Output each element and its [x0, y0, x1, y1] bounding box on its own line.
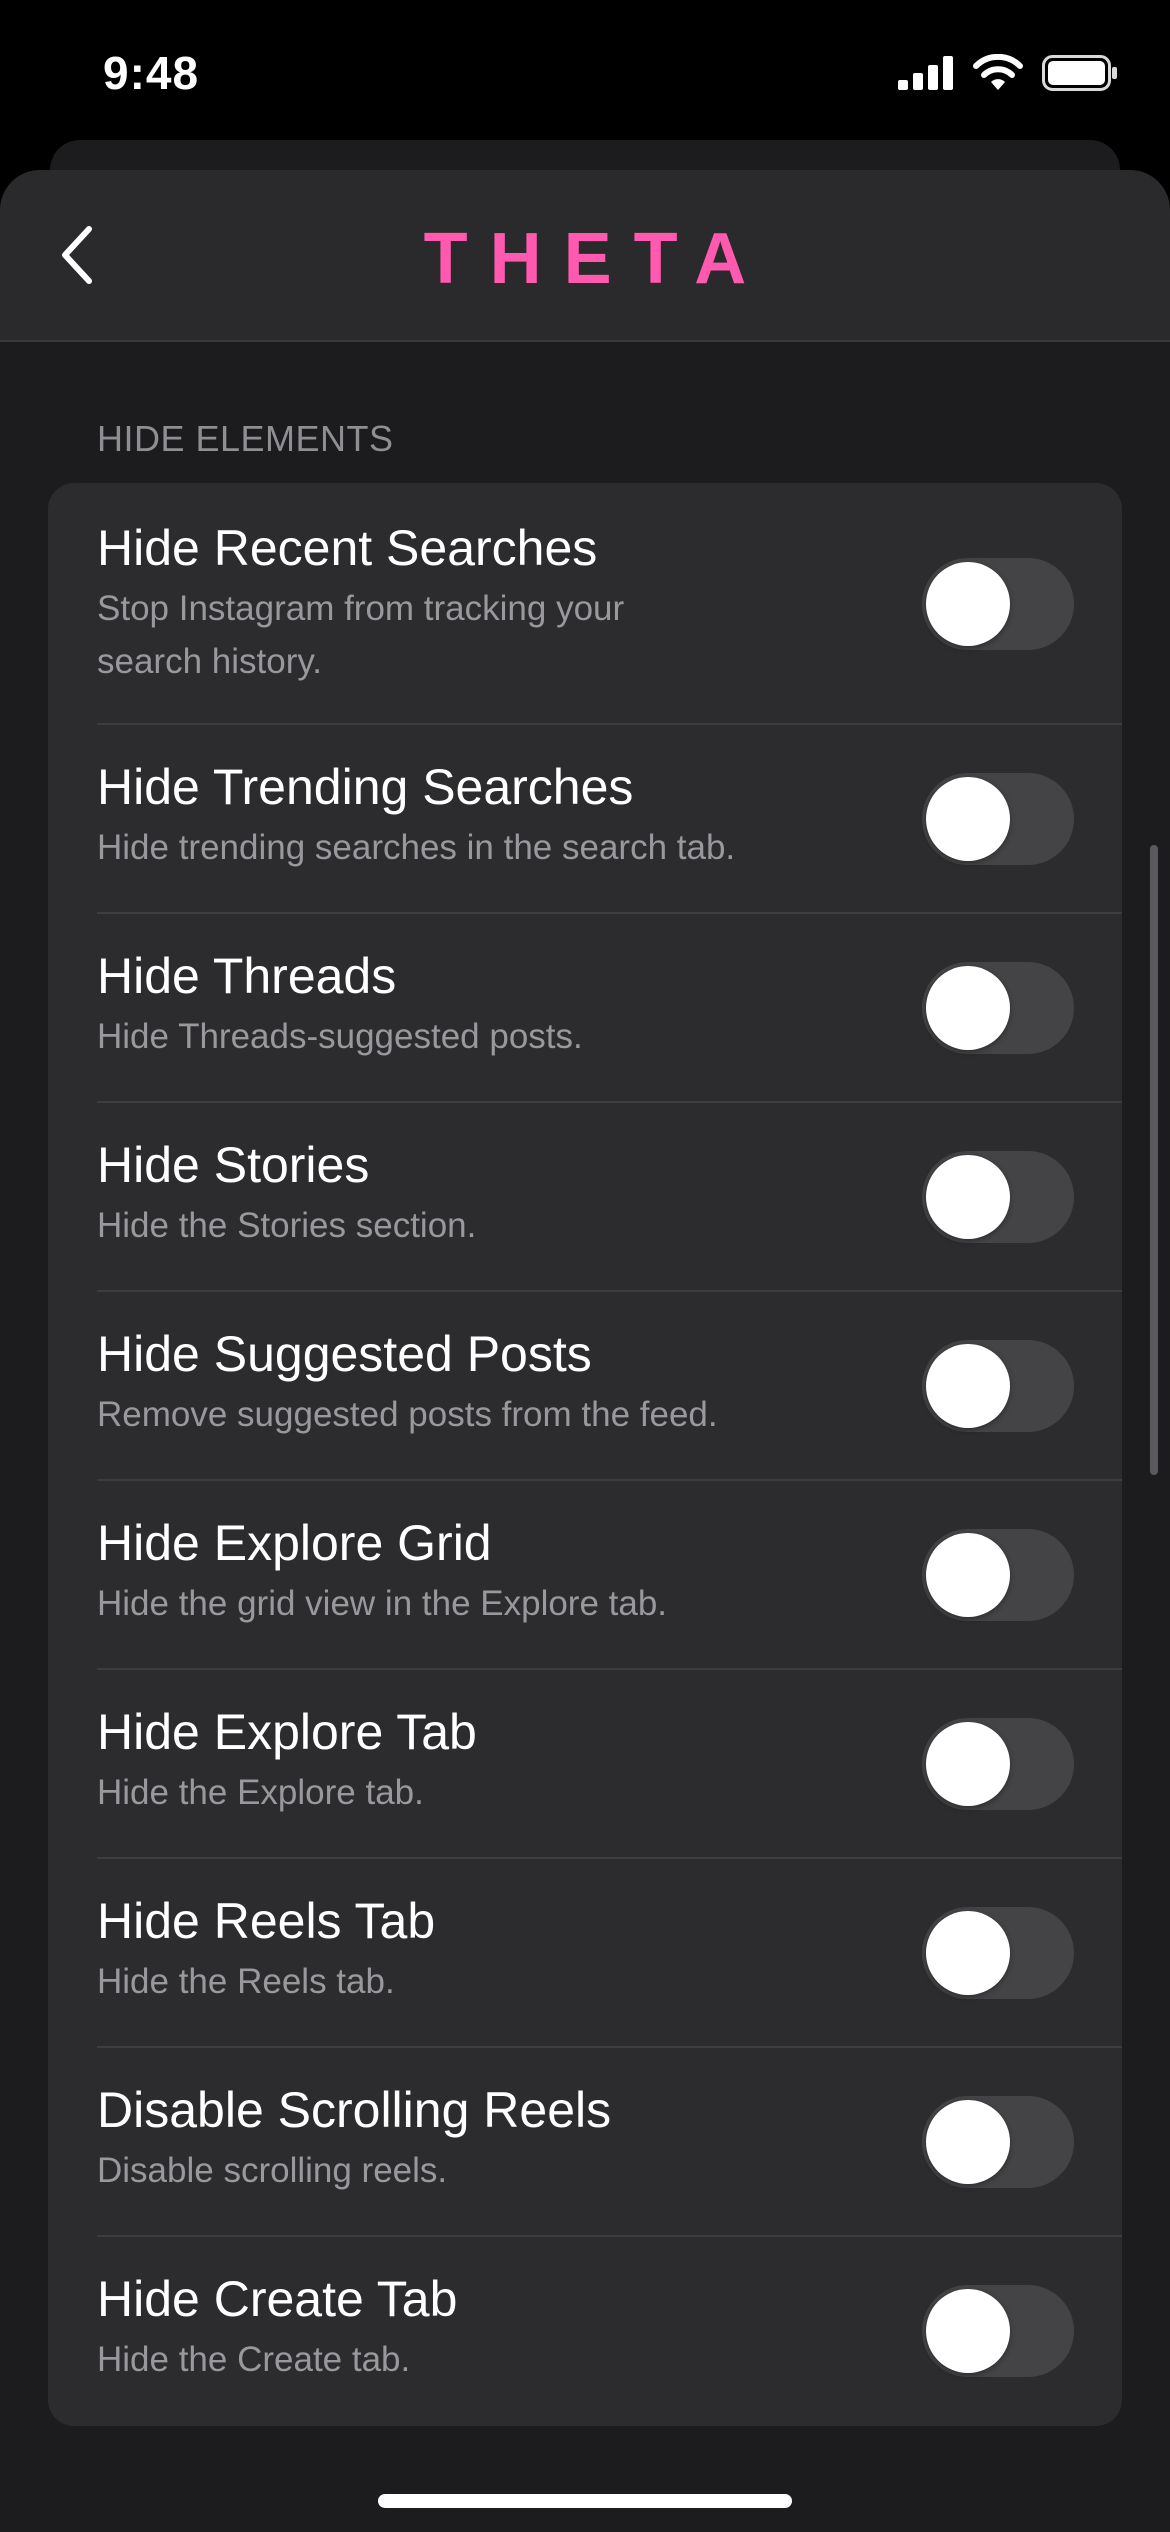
status-time: 9:48 — [103, 47, 200, 99]
setting-row-hide-reels-tab: Hide Reels Tab Hide the Reels tab. — [48, 1859, 1122, 2048]
toggle-knob — [926, 1722, 1010, 1806]
settings-sheet: THETA HIDE ELEMENTS Hide Recent Searches… — [0, 170, 1170, 2532]
status-bar: 9:48 — [0, 0, 1170, 150]
setting-subtitle: Hide the grid view in the Explore tab. — [97, 1584, 668, 1623]
cellular-signal-icon — [898, 56, 953, 90]
battery-icon — [1042, 55, 1117, 91]
toggle-hide-suggested-posts[interactable] — [922, 1340, 1074, 1432]
home-indicator — [378, 2494, 792, 2508]
setting-subtitle: Hide the Create tab. — [97, 2340, 411, 2379]
setting-row-hide-threads: Hide Threads Hide Threads-suggested post… — [48, 914, 1122, 1103]
settings-group: Hide Recent Searches Stop Instagram from… — [48, 483, 1122, 2426]
setting-subtitle: Hide the Explore tab. — [97, 1773, 424, 1812]
setting-title: Disable Scrolling Reels — [97, 2082, 612, 2138]
setting-row-hide-suggested-posts: Hide Suggested Posts Remove suggested po… — [48, 1292, 1122, 1481]
setting-row-hide-trending-searches: Hide Trending Searches Hide trending sea… — [48, 725, 1122, 914]
toggle-knob — [926, 966, 1010, 1050]
setting-title: Hide Trending Searches — [97, 759, 634, 815]
setting-title: Hide Threads — [97, 948, 397, 1004]
setting-title: Hide Reels Tab — [97, 1893, 436, 1949]
setting-subtitle: Stop Instagram from tracking your search… — [97, 589, 625, 681]
toggle-hide-stories[interactable] — [922, 1151, 1074, 1243]
wifi-icon — [973, 54, 1023, 90]
toggle-hide-create-tab[interactable] — [922, 2285, 1074, 2377]
toggle-knob — [926, 1344, 1010, 1428]
setting-subtitle: Remove suggested posts from the feed. — [97, 1395, 718, 1434]
setting-row-disable-scrolling-reels: Disable Scrolling Reels Disable scrollin… — [48, 2048, 1122, 2237]
setting-row-hide-stories: Hide Stories Hide the Stories section. — [48, 1103, 1122, 1292]
app-title: THETA — [423, 219, 769, 299]
setting-title: Hide Stories — [97, 1137, 370, 1193]
setting-title: Hide Explore Tab — [97, 1704, 477, 1760]
setting-subtitle: Hide the Reels tab. — [97, 1962, 395, 2001]
toggle-hide-threads[interactable] — [922, 962, 1074, 1054]
setting-title: Hide Suggested Posts — [97, 1326, 592, 1382]
setting-title: Hide Create Tab — [97, 2271, 458, 2327]
navigation-bar: THETA — [0, 170, 1170, 342]
status-icons — [898, 54, 1118, 92]
toggle-disable-scrolling-reels[interactable] — [922, 2096, 1074, 2188]
setting-subtitle: Hide Threads-suggested posts. — [97, 1017, 583, 1056]
toggle-knob — [926, 777, 1010, 861]
setting-subtitle: Hide the Stories section. — [97, 1206, 477, 1245]
toggle-knob — [926, 1533, 1010, 1617]
setting-subtitle: Disable scrolling reels. — [97, 2151, 448, 2190]
toggle-hide-explore-grid[interactable] — [922, 1529, 1074, 1621]
setting-row-hide-create-tab: Hide Create Tab Hide the Create tab. — [48, 2237, 1122, 2426]
setting-title: Hide Recent Searches — [97, 520, 598, 576]
toggle-knob — [926, 1911, 1010, 1995]
toggle-hide-reels-tab[interactable] — [922, 1907, 1074, 1999]
toggle-knob — [926, 2289, 1010, 2373]
toggle-hide-recent-searches[interactable] — [922, 558, 1074, 650]
setting-row-hide-recent-searches: Hide Recent Searches Stop Instagram from… — [48, 483, 1122, 725]
section-header: HIDE ELEMENTS — [97, 418, 394, 459]
toggle-knob — [926, 1155, 1010, 1239]
setting-row-hide-explore-grid: Hide Explore Grid Hide the grid view in … — [48, 1481, 1122, 1670]
toggle-knob — [926, 2100, 1010, 2184]
setting-subtitle: Hide trending searches in the search tab… — [97, 828, 736, 867]
setting-row-hide-explore-tab: Hide Explore Tab Hide the Explore tab. — [48, 1670, 1122, 1859]
scroll-indicator[interactable] — [1150, 845, 1158, 1475]
toggle-knob — [926, 562, 1010, 646]
toggle-hide-trending-searches[interactable] — [922, 773, 1074, 865]
setting-title: Hide Explore Grid — [97, 1515, 492, 1571]
toggle-hide-explore-tab[interactable] — [922, 1718, 1074, 1810]
